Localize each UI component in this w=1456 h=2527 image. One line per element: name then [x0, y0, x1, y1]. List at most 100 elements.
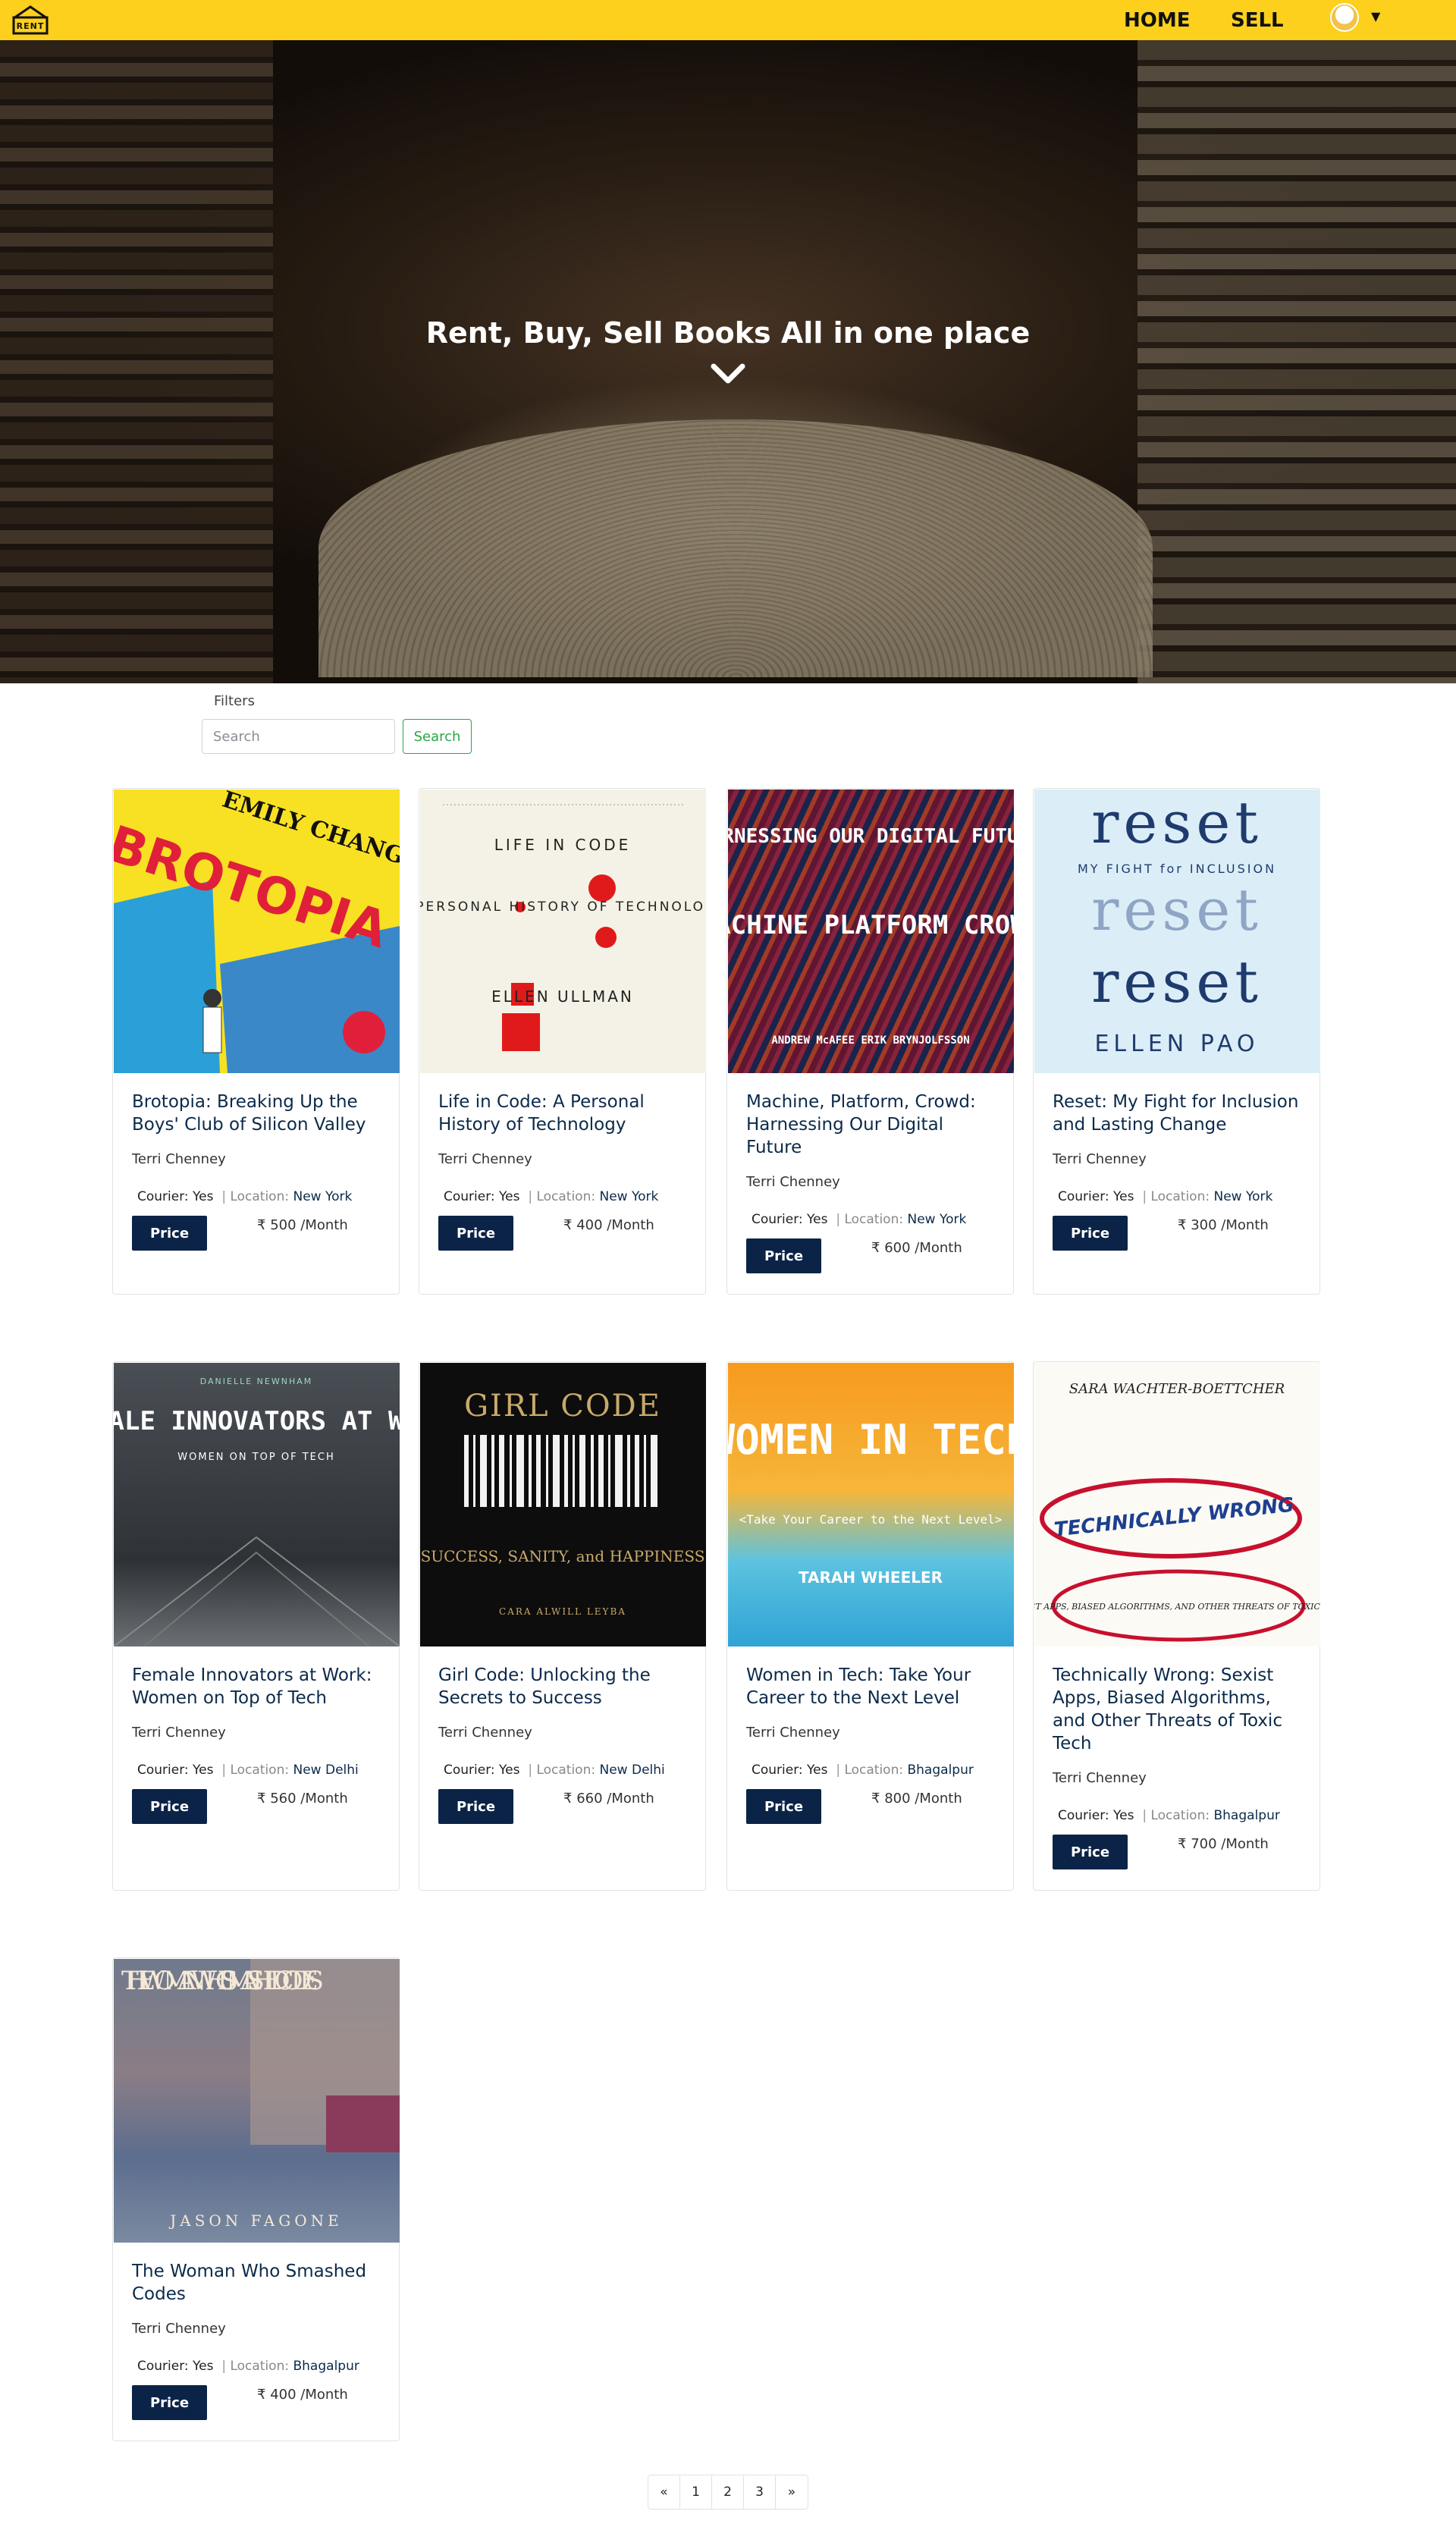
cover-title-repeat: reset [1091, 948, 1263, 1016]
cover-subtitle: HARNESSING OUR DIGITAL FUTURE [728, 825, 1014, 848]
location-value: New Delhi [293, 1763, 359, 1778]
pagination-page-2[interactable]: 2 [712, 2475, 744, 2509]
price-button[interactable]: Price [1053, 1835, 1128, 1869]
location-label: Location: [844, 1212, 904, 1227]
price-button[interactable]: Price [438, 1789, 513, 1824]
currency-symbol: ₹ [1178, 1217, 1187, 1233]
book-cover-image[interactable]: LIFE IN CODE A PERSONAL HISTORY OF TECHN… [420, 789, 706, 1073]
book-meta: Courier: Yes | Location: Bhagalpur [1058, 1808, 1280, 1823]
currency-symbol: ₹ [563, 1217, 573, 1233]
cover-title: MACHINE PLATFORM CROWD [728, 910, 1014, 940]
avatar[interactable] [1330, 3, 1359, 32]
courier-label: Courier: [444, 1189, 495, 1204]
book-cover-image[interactable]: WOMEN IN TECH <Take Your Career to the N… [728, 1363, 1014, 1646]
book-title[interactable]: Machine, Platform, Crowd: Harnessing Our… [746, 1091, 1000, 1159]
pagination-page-3[interactable]: 3 [744, 2475, 776, 2509]
price-button[interactable]: Price [1053, 1216, 1128, 1251]
currency-symbol: ₹ [257, 1791, 266, 1807]
hero-banner: Rent, Buy, Sell Books All in one place [0, 40, 1456, 683]
book-title[interactable]: Life in Code: A Personal History of Tech… [438, 1091, 692, 1136]
price-button[interactable]: Price [746, 1789, 821, 1824]
location-label: Location: [844, 1763, 904, 1778]
book-author: Terri Chenney [1053, 1770, 1147, 1786]
cover-author: ANDREW McAFEE ERIK BRYNJOLFSSON [771, 1034, 969, 1047]
chevron-down-icon[interactable] [709, 359, 747, 389]
book-title[interactable]: Female Innovators at Work: Women on Top … [132, 1664, 386, 1709]
book-meta: Courier: Yes | Location: New York [1058, 1189, 1273, 1204]
pagination-next[interactable]: » [776, 2475, 808, 2509]
nav-home-link[interactable]: HOME [1124, 8, 1191, 33]
book-cover-image[interactable]: reset MY FIGHT for INCLUSION reset reset… [1034, 789, 1320, 1073]
price-period: /Month [300, 1217, 348, 1233]
courier-value: Yes [1113, 1808, 1134, 1823]
book-cover-image[interactable]: THE WOMAN WHO SMASHED CODES JASON FAGONE [114, 1959, 400, 2243]
location-label: Location: [536, 1189, 596, 1204]
book-cover-image[interactable]: EMILY CHANG BROTOPIA [114, 789, 400, 1073]
courier-label: Courier: [1058, 1189, 1109, 1204]
book-title[interactable]: Women in Tech: Take Your Career to the N… [746, 1664, 1000, 1709]
navbar: RENT HOME SELL ▼ [0, 0, 1456, 40]
book-card[interactable]: WOMEN IN TECH <Take Your Career to the N… [726, 1361, 1014, 1891]
location-label: Location: [536, 1763, 596, 1778]
price-value: ₹ 660 /Month [563, 1791, 654, 1807]
logo[interactable]: RENT [9, 5, 52, 35]
price-button[interactable]: Price [132, 2385, 207, 2420]
location-label: Location: [230, 1763, 290, 1778]
price-period: /Month [1221, 1217, 1269, 1233]
price-value: ₹ 400 /Month [563, 1217, 654, 1233]
courier-label: Courier: [137, 1189, 189, 1204]
book-cover-image[interactable]: DANIELLE NEWNHAM FEMALE INNOVATORS AT WO… [114, 1363, 400, 1646]
nav-sell-link[interactable]: SELL [1231, 8, 1284, 33]
location-value: New York [907, 1212, 967, 1227]
location-value: Bhagalpur [293, 2359, 359, 2374]
courier-label: Courier: [1058, 1808, 1109, 1823]
pagination-page-1[interactable]: 1 [680, 2475, 712, 2509]
currency-symbol: ₹ [257, 1217, 266, 1233]
location-label: Location: [1150, 1808, 1210, 1823]
price-button[interactable]: Price [132, 1789, 207, 1824]
pagination-prev[interactable]: « [648, 2475, 680, 2509]
book-title[interactable]: Brotopia: Breaking Up the Boys' Club of … [132, 1091, 386, 1136]
courier-value: Yes [499, 1763, 520, 1778]
book-author: Terri Chenney [132, 2321, 226, 2337]
location-value: New York [1213, 1189, 1273, 1204]
book-cover-image[interactable]: SARA WACHTER-BOETTCHER TECHNICALLY WRONG… [1034, 1363, 1320, 1646]
book-author: Terri Chenney [746, 1174, 840, 1190]
cover-author: TARAH WHEELER [799, 1568, 943, 1587]
location-label: Location: [230, 1189, 290, 1204]
cover-author: JASON FAGONE [168, 2212, 342, 2230]
caret-down-icon[interactable]: ▼ [1371, 9, 1380, 24]
price-value: ₹ 500 /Month [257, 1217, 348, 1233]
price-button[interactable]: Price [132, 1216, 207, 1251]
location-value: New Delhi [599, 1763, 665, 1778]
book-author: Terri Chenney [438, 1151, 532, 1167]
book-card[interactable]: SARA WACHTER-BOETTCHER TECHNICALLY WRONG… [1033, 1361, 1320, 1891]
book-card[interactable]: DANIELLE NEWNHAM FEMALE INNOVATORS AT WO… [112, 1361, 400, 1891]
book-card[interactable]: GIRL CODE SUCCESS, SANITY, and HAPPINESS… [419, 1361, 706, 1891]
search-button[interactable]: Search [403, 719, 472, 754]
price-button[interactable]: Price [438, 1216, 513, 1251]
book-card[interactable]: HARNESSING OUR DIGITAL FUTURE MACHINE PL… [726, 788, 1014, 1295]
book-title[interactable]: Reset: My Fight for Inclusion and Lastin… [1053, 1091, 1307, 1136]
cover-title: TECHNICALLY WRONG [1053, 1494, 1295, 1542]
cover-author: ELLEN ULLMAN [491, 987, 634, 1006]
search-input[interactable] [202, 719, 395, 754]
price-button[interactable]: Price [746, 1238, 821, 1273]
book-author: Terri Chenney [438, 1725, 532, 1741]
book-title[interactable]: Technically Wrong: Sexist Apps, Biased A… [1053, 1664, 1307, 1755]
book-title[interactable]: The Woman Who Smashed Codes [132, 2260, 386, 2306]
courier-label: Courier: [752, 1212, 803, 1227]
price-period: /Month [915, 1791, 962, 1807]
book-card[interactable]: EMILY CHANG BROTOPIA Brotopia: Breaking … [112, 788, 400, 1295]
courier-value: Yes [193, 2359, 214, 2374]
currency-symbol: ₹ [257, 2387, 266, 2403]
book-title[interactable]: Girl Code: Unlocking the Secrets to Succ… [438, 1664, 692, 1709]
book-cover-image[interactable]: GIRL CODE SUCCESS, SANITY, and HAPPINESS… [420, 1363, 706, 1646]
book-card[interactable]: reset MY FIGHT for INCLUSION reset reset… [1033, 788, 1320, 1295]
location-value: Bhagalpur [1213, 1808, 1280, 1823]
book-card[interactable]: LIFE IN CODE A PERSONAL HISTORY OF TECHN… [419, 788, 706, 1295]
book-card[interactable]: THE WOMAN WHO SMASHED CODES JASON FAGONE… [112, 1957, 400, 2441]
book-cover-image[interactable]: HARNESSING OUR DIGITAL FUTURE MACHINE PL… [728, 789, 1014, 1073]
price-value: ₹ 600 /Month [871, 1240, 962, 1256]
courier-value: Yes [499, 1189, 520, 1204]
